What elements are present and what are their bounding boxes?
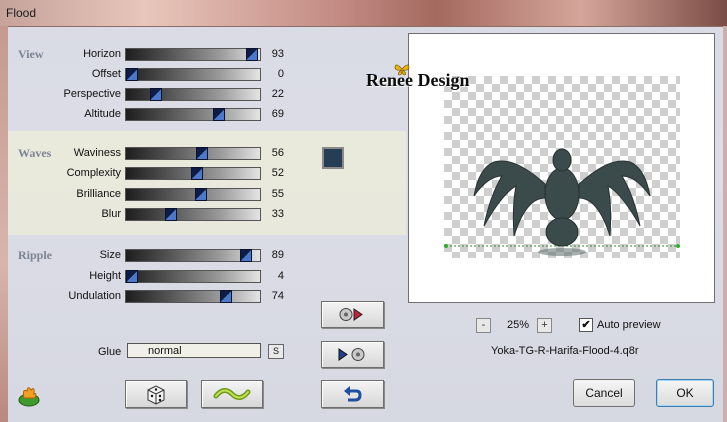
param-label: Undulation xyxy=(68,290,121,302)
auto-preview-label[interactable]: Auto preview xyxy=(597,319,661,331)
load-preset-icon xyxy=(339,308,363,321)
brilliance-slider[interactable] xyxy=(125,188,261,201)
param-value[interactable]: 0 xyxy=(262,68,284,80)
param-label: Complexity xyxy=(66,167,121,179)
param-label: Waviness xyxy=(73,147,121,159)
background-strip-right xyxy=(723,26,727,422)
param-label: Horizon xyxy=(83,48,121,60)
reset-button[interactable] xyxy=(321,380,384,408)
param-value[interactable]: 33 xyxy=(262,208,284,220)
slider-thumb[interactable] xyxy=(220,290,233,303)
horizon-slider[interactable] xyxy=(125,48,261,61)
butterfly-icon xyxy=(394,64,410,76)
flame-logo-icon[interactable] xyxy=(16,384,42,408)
flood-dialog: Flood View Waves Ripple Horizon 93 Offse… xyxy=(0,0,727,422)
slider-thumb[interactable] xyxy=(194,188,207,201)
perspective-slider[interactable] xyxy=(125,88,261,101)
param-label: Blur xyxy=(101,208,121,220)
complexity-slider[interactable] xyxy=(125,167,261,180)
undulation-slider[interactable] xyxy=(125,290,261,303)
param-label: Height xyxy=(89,270,121,282)
altitude-slider[interactable] xyxy=(125,108,261,121)
waviness-slider[interactable] xyxy=(125,147,261,160)
preset-filename: Yoka-TG-R-Harifa-Flood-4.q8r xyxy=(491,345,639,357)
param-label: Size xyxy=(99,249,121,261)
zoom-level: 25% xyxy=(506,319,530,331)
window-title: Flood xyxy=(6,6,37,20)
param-value[interactable]: 52 xyxy=(262,167,284,179)
slider-thumb[interactable] xyxy=(150,88,163,101)
slider-thumb[interactable] xyxy=(165,208,178,221)
undo-icon xyxy=(344,386,362,402)
slider-thumb[interactable] xyxy=(126,270,139,283)
height-slider[interactable] xyxy=(125,270,261,283)
param-label: Altitude xyxy=(84,108,121,120)
param-value[interactable]: 22 xyxy=(262,88,284,100)
save-preset-icon xyxy=(338,348,365,361)
param-value[interactable]: 74 xyxy=(262,290,284,302)
param-label: Brilliance xyxy=(76,188,121,200)
param-label: Perspective xyxy=(63,88,121,100)
preview-image xyxy=(444,148,680,256)
offset-slider[interactable] xyxy=(125,68,261,81)
slider-thumb[interactable] xyxy=(240,249,253,262)
water-color-swatch[interactable] xyxy=(322,147,344,169)
background-strip-left xyxy=(0,26,8,422)
param-value[interactable]: 69 xyxy=(262,108,284,120)
glue-label: Glue xyxy=(98,346,122,358)
wave-icon xyxy=(213,388,251,400)
slider-thumb[interactable] xyxy=(213,108,226,121)
title-bar[interactable]: Flood xyxy=(0,0,727,27)
slider-thumb[interactable] xyxy=(245,48,258,61)
slider-thumb[interactable] xyxy=(190,167,203,180)
ok-button[interactable]: OK xyxy=(656,379,714,407)
watermark-logo: Renee Design xyxy=(366,70,470,90)
wave-preset-button[interactable] xyxy=(201,380,263,408)
param-value[interactable]: 89 xyxy=(262,249,284,261)
load-preset-button[interactable] xyxy=(321,301,384,328)
param-value[interactable]: 4 xyxy=(262,270,284,282)
randomize-button[interactable] xyxy=(125,380,187,408)
zoom-in-button[interactable]: + xyxy=(537,318,552,333)
cancel-button[interactable]: Cancel xyxy=(573,379,635,407)
slider-thumb[interactable] xyxy=(196,147,209,160)
glue-select[interactable]: normal xyxy=(127,343,261,358)
param-value[interactable]: 55 xyxy=(262,188,284,200)
glue-dropdown-button[interactable]: S xyxy=(268,344,284,359)
blur-slider[interactable] xyxy=(125,208,261,221)
size-slider[interactable] xyxy=(125,249,261,262)
zoom-out-button[interactable]: - xyxy=(476,318,491,333)
param-value[interactable]: 56 xyxy=(262,147,284,159)
param-value[interactable]: 93 xyxy=(262,48,284,60)
dice-icon xyxy=(147,385,165,405)
save-preset-button[interactable] xyxy=(321,341,384,368)
param-label: Offset xyxy=(91,68,121,80)
auto-preview-checkbox[interactable]: ✔ xyxy=(579,318,593,332)
slider-thumb[interactable] xyxy=(126,68,138,81)
